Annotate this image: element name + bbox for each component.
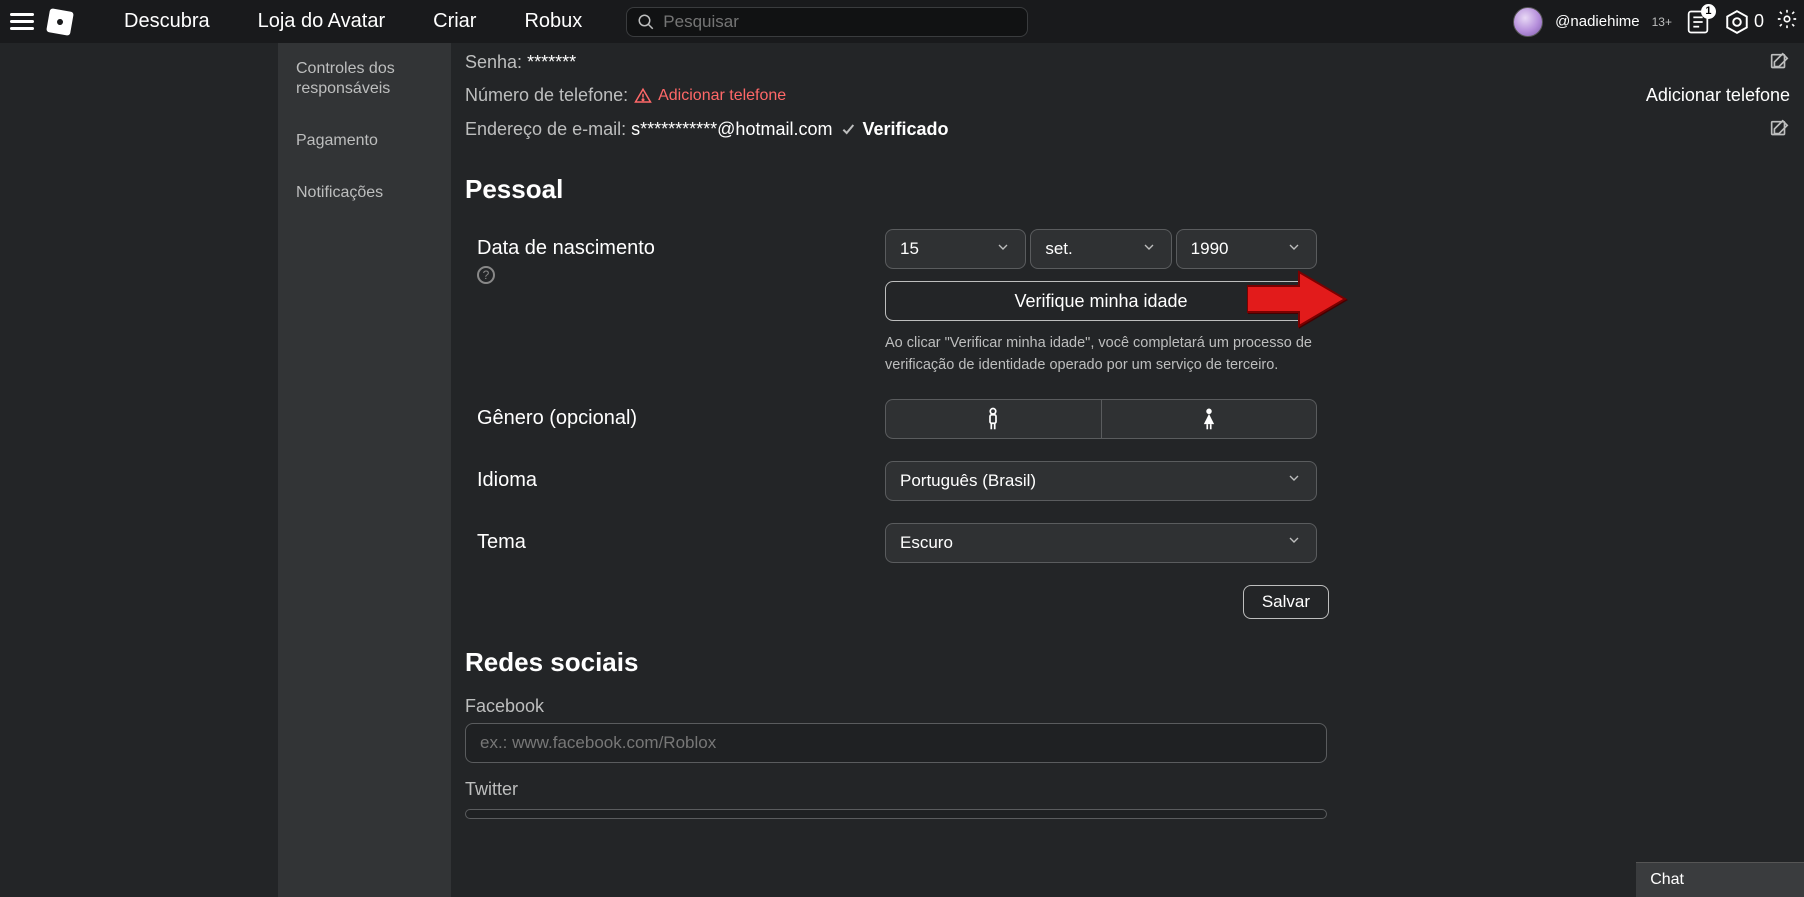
nav-robux[interactable]: Robux xyxy=(500,10,606,33)
section-social-heading: Redes sociais xyxy=(465,647,1790,678)
notification-badge: 1 xyxy=(1701,4,1716,19)
notifications-icon[interactable]: 1 xyxy=(1684,8,1712,36)
twitter-input[interactable] xyxy=(465,809,1327,819)
topbar-right: @nadiehime 13+ 1 0 xyxy=(1513,0,1798,43)
search-input[interactable] xyxy=(663,12,1017,32)
dob-month-value: set. xyxy=(1045,239,1072,259)
language-label: Idioma xyxy=(477,469,537,492)
chevron-down-icon xyxy=(1286,239,1302,260)
male-icon xyxy=(983,407,1003,431)
nav-links: Descubra Loja do Avatar Criar Robux xyxy=(100,10,606,33)
nav-loja-avatar[interactable]: Loja do Avatar xyxy=(234,10,410,33)
warning-icon xyxy=(634,87,652,105)
email-verified: Verificado xyxy=(840,119,948,140)
row-phone: Número de telefone: Adicionar telefone A… xyxy=(465,79,1790,112)
email-label: Endereço de e-mail: xyxy=(465,119,626,140)
check-icon xyxy=(840,121,856,137)
theme-select[interactable]: Escuro xyxy=(885,523,1317,563)
add-phone-link[interactable]: Adicionar telefone xyxy=(1646,85,1790,106)
phone-warning: Adicionar telefone xyxy=(634,87,786,105)
row-email: Endereço de e-mail: s***********@hotmail… xyxy=(465,112,1790,146)
chat-tab[interactable]: Chat xyxy=(1636,862,1804,897)
robux-icon xyxy=(1724,9,1750,35)
sidebar-item-notifications[interactable]: Notificações xyxy=(278,167,451,219)
sidebar-item-parental-controls[interactable]: Controles dos responsáveis xyxy=(278,43,451,115)
form-row-dob: Data de nascimento ? 15 set. 1990 xyxy=(465,223,1790,393)
form-row-gender: Gênero (opcional) xyxy=(465,393,1790,455)
roblox-logo-icon[interactable] xyxy=(46,8,74,36)
password-value: ******* xyxy=(527,52,576,73)
form-row-theme: Tema Escuro xyxy=(465,517,1790,579)
settings-gear-icon[interactable] xyxy=(1776,8,1798,35)
gender-male-button[interactable] xyxy=(885,399,1101,439)
dob-year-value: 1990 xyxy=(1191,239,1229,259)
nav-descubra[interactable]: Descubra xyxy=(100,10,234,33)
chevron-down-icon xyxy=(995,239,1011,260)
dob-year-select[interactable]: 1990 xyxy=(1176,229,1317,269)
theme-value: Escuro xyxy=(900,533,953,553)
email-value: s***********@hotmail.com xyxy=(631,119,832,140)
form-row-language: Idioma Português (Brasil) xyxy=(465,455,1790,517)
nav-criar[interactable]: Criar xyxy=(409,10,500,33)
dob-day-value: 15 xyxy=(900,239,919,259)
sidebar-item-payment[interactable]: Pagamento xyxy=(278,115,451,167)
verify-age-note: Ao clicar "Verificar minha idade", você … xyxy=(885,333,1317,377)
help-icon[interactable]: ? xyxy=(477,266,495,284)
username-label[interactable]: @nadiehime xyxy=(1555,13,1639,30)
menu-icon[interactable] xyxy=(10,10,34,34)
language-select[interactable]: Português (Brasil) xyxy=(885,461,1317,501)
gender-female-button[interactable] xyxy=(1101,399,1318,439)
section-pessoal-heading: Pessoal xyxy=(465,174,1790,205)
dob-day-select[interactable]: 15 xyxy=(885,229,1026,269)
gender-label: Gênero (opcional) xyxy=(477,407,637,430)
language-value: Português (Brasil) xyxy=(900,471,1036,491)
phone-warning-text: Adicionar telefone xyxy=(658,87,786,105)
dob-label: Data de nascimento xyxy=(477,237,655,260)
verify-age-button[interactable]: Verifique minha idade xyxy=(885,281,1317,321)
twitter-label: Twitter xyxy=(465,779,1790,800)
settings-content: Senha: ******* Número de telefone: Adici… xyxy=(451,43,1804,897)
robux-balance[interactable]: 0 xyxy=(1724,9,1764,35)
age-tag: 13+ xyxy=(1652,15,1672,29)
chevron-down-icon xyxy=(1286,470,1302,491)
search-box[interactable] xyxy=(626,7,1028,37)
search-icon xyxy=(637,13,655,31)
email-verified-label: Verificado xyxy=(862,119,948,140)
edit-email-icon[interactable] xyxy=(1768,118,1790,140)
facebook-label: Facebook xyxy=(465,696,1790,717)
female-icon xyxy=(1199,407,1219,431)
chevron-down-icon xyxy=(1286,532,1302,553)
dob-month-select[interactable]: set. xyxy=(1030,229,1171,269)
save-button[interactable]: Salvar xyxy=(1243,585,1329,619)
row-password: Senha: ******* xyxy=(465,45,1790,79)
theme-label: Tema xyxy=(477,531,526,554)
chevron-down-icon xyxy=(1141,239,1157,260)
robux-amount: 0 xyxy=(1754,11,1764,32)
settings-sidebar: Controles dos responsáveis Pagamento Not… xyxy=(278,43,451,897)
edit-password-icon[interactable] xyxy=(1768,51,1790,73)
top-navbar: Descubra Loja do Avatar Criar Robux @nad… xyxy=(0,0,1804,43)
facebook-input[interactable] xyxy=(465,723,1327,763)
avatar[interactable] xyxy=(1513,7,1543,37)
phone-label: Número de telefone: xyxy=(465,85,628,106)
password-label: Senha: xyxy=(465,52,522,73)
